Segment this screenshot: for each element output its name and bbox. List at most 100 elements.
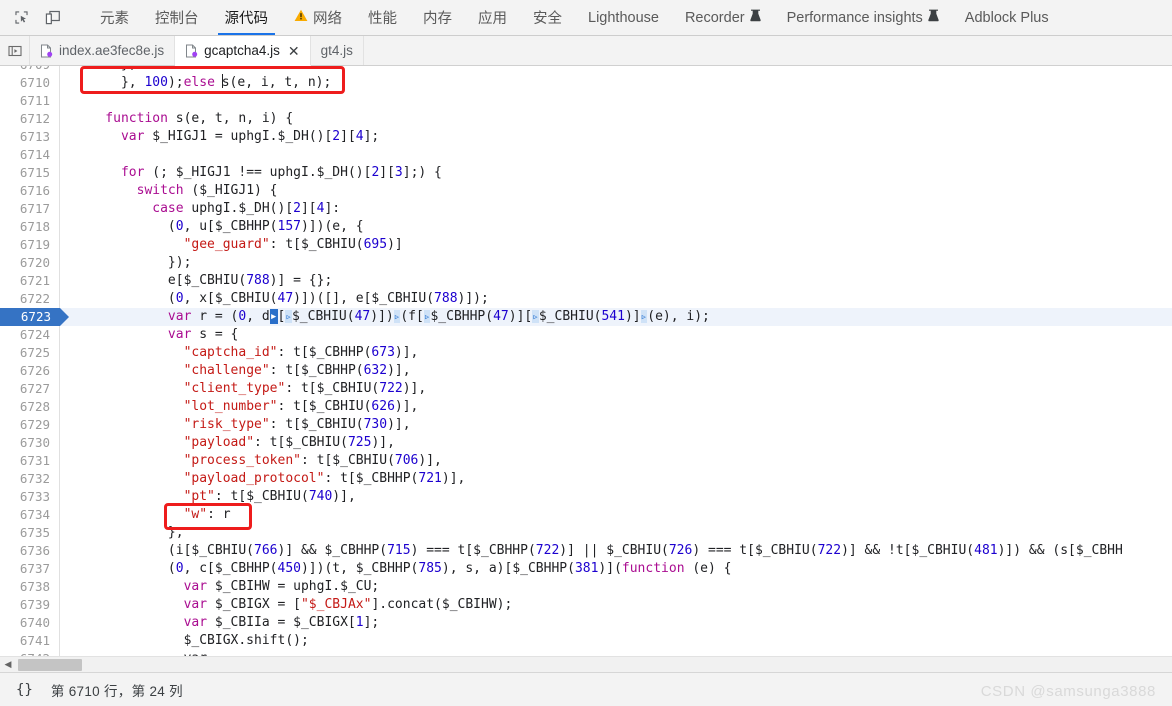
code-line[interactable]: 6741 $_CBIGX.shift(); — [0, 632, 1172, 650]
line-number[interactable]: 6725 — [0, 344, 60, 362]
code-line-text[interactable]: }, 100);else s(e, i, t, n); — [60, 74, 1172, 92]
line-number[interactable]: 6726 — [0, 362, 60, 380]
code-line[interactable]: 6728 "lot_number": t[$_CBHIU(626)], — [0, 398, 1172, 416]
code-line[interactable]: 6737 (0, c[$_CBHHP(450)])(t, $_CBHHP(785… — [0, 560, 1172, 578]
line-number[interactable]: 6727 — [0, 380, 60, 398]
code-line[interactable]: 6731 "process_token": t[$_CBHIU(706)], — [0, 452, 1172, 470]
code-line[interactable]: 6734 "w": r — [0, 506, 1172, 524]
code-line-text[interactable]: }, — [60, 524, 1172, 542]
code-line[interactable]: 6730 "payload": t[$_CBHIU(725)], — [0, 434, 1172, 452]
panel-tab-源代码[interactable]: 源代码 — [212, 0, 282, 35]
line-number[interactable]: 6733 — [0, 488, 60, 506]
code-line-text[interactable]: function s(e, t, n, i) { — [60, 110, 1172, 128]
line-number[interactable]: 6718 — [0, 218, 60, 236]
line-number[interactable]: 6709 — [0, 66, 60, 74]
code-line-text[interactable] — [60, 146, 1172, 164]
panel-tab-lighthouse[interactable]: Lighthouse — [575, 0, 672, 35]
close-icon[interactable]: ✕ — [288, 44, 300, 58]
panel-tab-性能[interactable]: 性能 — [355, 0, 410, 35]
code-line-text[interactable]: "risk_type": t[$_CBHIU(730)], — [60, 416, 1172, 434]
line-number[interactable]: 6735 — [0, 524, 60, 542]
code-line-text[interactable]: "payload_protocol": t[$_CBHHP(721)], — [60, 470, 1172, 488]
code-line[interactable]: 6711 — [0, 92, 1172, 110]
code-line-text[interactable]: (0, x[$_CBHIU(47)])([], e[$_CBHIU(788)])… — [60, 290, 1172, 308]
line-number[interactable]: 6741 — [0, 632, 60, 650]
line-number[interactable]: 6717 — [0, 200, 60, 218]
file-tab-gt4-js[interactable]: gt4.js — [311, 36, 364, 65]
code-line[interactable]: 6710 }, 100);else s(e, i, t, n); — [0, 74, 1172, 92]
code-line-text[interactable]: "client_type": t[$_CBHIU(722)], — [60, 380, 1172, 398]
code-line-text[interactable]: var s = { — [60, 326, 1172, 344]
line-number[interactable]: 6713 — [0, 128, 60, 146]
code-line-text[interactable]: (i[$_CBHIU(766)] && $_CBHHP(715) === t[$… — [60, 542, 1172, 560]
editor-horizontal-scrollbar[interactable]: ◀ — [0, 656, 1172, 672]
inspect-element-icon[interactable] — [8, 5, 34, 31]
code-line[interactable]: 6723 var r = (0, d▸[▹$_CBHIU(47)])▹(f[▹$… — [0, 308, 1172, 326]
line-number[interactable]: 6720 — [0, 254, 60, 272]
panel-tab-performance-insights[interactable]: Performance insights — [774, 0, 952, 35]
code-line[interactable]: 6739 var $_CBIGX = ["$_CBJAx"].concat($_… — [0, 596, 1172, 614]
show-navigator-icon[interactable] — [0, 36, 30, 65]
code-line-text[interactable]: for (; $_HIGJ1 !== uphgI.$_DH()[2][3];) … — [60, 164, 1172, 182]
code-line-text[interactable]: }); — [60, 254, 1172, 272]
code-line[interactable]: 6735 }, — [0, 524, 1172, 542]
code-line[interactable]: 6717 case uphgI.$_DH()[2][4]: — [0, 200, 1172, 218]
code-line[interactable]: 6715 for (; $_HIGJ1 !== uphgI.$_DH()[2][… — [0, 164, 1172, 182]
code-line-text[interactable]: "gee_guard": t[$_CBHIU(695)] — [60, 236, 1172, 254]
code-line[interactable]: 6733 "pt": t[$_CBHIU(740)], — [0, 488, 1172, 506]
code-line-text[interactable]: case uphgI.$_DH()[2][4]: — [60, 200, 1172, 218]
code-line[interactable]: 6713 var $_HIGJ1 = uphgI.$_DH()[2][4]; — [0, 128, 1172, 146]
code-line-text[interactable]: var $_CBIGX = ["$_CBJAx"].concat($_CBIHW… — [60, 596, 1172, 614]
source-code-editor[interactable]: 6709 },6710 }, 100);else s(e, i, t, n);6… — [0, 66, 1172, 656]
code-line[interactable]: 6725 "captcha_id": t[$_CBHHP(673)], — [0, 344, 1172, 362]
panel-tab-安全[interactable]: 安全 — [520, 0, 575, 35]
line-number[interactable]: 6723 — [0, 308, 69, 326]
code-line-text[interactable]: var $_HIGJ1 = uphgI.$_DH()[2][4]; — [60, 128, 1172, 146]
scrollbar-thumb[interactable] — [18, 658, 82, 671]
code-line[interactable]: 6722 (0, x[$_CBHIU(47)])([], e[$_CBHIU(7… — [0, 290, 1172, 308]
line-number[interactable]: 6729 — [0, 416, 60, 434]
code-line-text[interactable]: switch ($_HIGJ1) { — [60, 182, 1172, 200]
code-line-text[interactable]: $_CBIGX.shift(); — [60, 632, 1172, 650]
code-line-text[interactable]: "process_token": t[$_CBHIU(706)], — [60, 452, 1172, 470]
code-line[interactable]: 6724 var s = { — [0, 326, 1172, 344]
code-line-text[interactable]: "challenge": t[$_CBHHP(632)], — [60, 362, 1172, 380]
file-tab-gcaptcha4-js[interactable]: gcaptcha4.js ✕ — [175, 36, 311, 66]
code-line[interactable]: 6714 — [0, 146, 1172, 164]
line-number[interactable]: 6738 — [0, 578, 60, 596]
code-line-text[interactable]: var r = (0, d▸[▹$_CBHIU(47)])▹(f[▹$_CBHH… — [60, 308, 1172, 326]
line-number[interactable]: 6710 — [0, 74, 60, 92]
code-line[interactable]: 6740 var $_CBIIa = $_CBIGX[1]; — [0, 614, 1172, 632]
line-number[interactable]: 6730 — [0, 434, 60, 452]
line-number[interactable]: 6719 — [0, 236, 60, 254]
line-number[interactable]: 6732 — [0, 470, 60, 488]
pretty-print-button[interactable]: {} — [10, 680, 39, 700]
code-line[interactable]: 6718 (0, u[$_CBHHP(157)])(e, { — [0, 218, 1172, 236]
code-line-text[interactable]: (0, u[$_CBHHP(157)])(e, { — [60, 218, 1172, 236]
line-number[interactable]: 6728 — [0, 398, 60, 416]
code-lines[interactable]: 6709 },6710 }, 100);else s(e, i, t, n);6… — [0, 66, 1172, 656]
code-line-text[interactable]: "w": r — [60, 506, 1172, 524]
code-line-text[interactable]: var $_CBIHW = uphgI.$_CU; — [60, 578, 1172, 596]
code-line-text[interactable]: var $_CBIIa = $_CBIGX[1]; — [60, 614, 1172, 632]
code-line-text[interactable]: (0, c[$_CBHHP(450)])(t, $_CBHHP(785), s,… — [60, 560, 1172, 578]
line-number[interactable]: 6716 — [0, 182, 60, 200]
panel-tab-网络[interactable]: 网络 — [281, 0, 355, 35]
code-line-text[interactable] — [60, 92, 1172, 110]
code-line[interactable]: 6727 "client_type": t[$_CBHIU(722)], — [0, 380, 1172, 398]
code-line-text[interactable]: }, — [60, 66, 1172, 74]
line-number[interactable]: 6740 — [0, 614, 60, 632]
panel-tab-应用[interactable]: 应用 — [465, 0, 520, 35]
code-line[interactable]: 6712 function s(e, t, n, i) { — [0, 110, 1172, 128]
code-line[interactable]: 6719 "gee_guard": t[$_CBHIU(695)] — [0, 236, 1172, 254]
line-number[interactable]: 6724 — [0, 326, 60, 344]
code-line-text[interactable]: "pt": t[$_CBHIU(740)], — [60, 488, 1172, 506]
code-line[interactable]: 6721 e[$_CBHIU(788)] = {}; — [0, 272, 1172, 290]
code-line[interactable]: 6720 }); — [0, 254, 1172, 272]
code-line-text[interactable]: "captcha_id": t[$_CBHHP(673)], — [60, 344, 1172, 362]
line-number[interactable]: 6734 — [0, 506, 60, 524]
panel-tab-控制台[interactable]: 控制台 — [142, 0, 212, 35]
line-number[interactable]: 6711 — [0, 92, 60, 110]
code-line[interactable]: 6709 }, — [0, 66, 1172, 74]
line-number[interactable]: 6721 — [0, 272, 60, 290]
